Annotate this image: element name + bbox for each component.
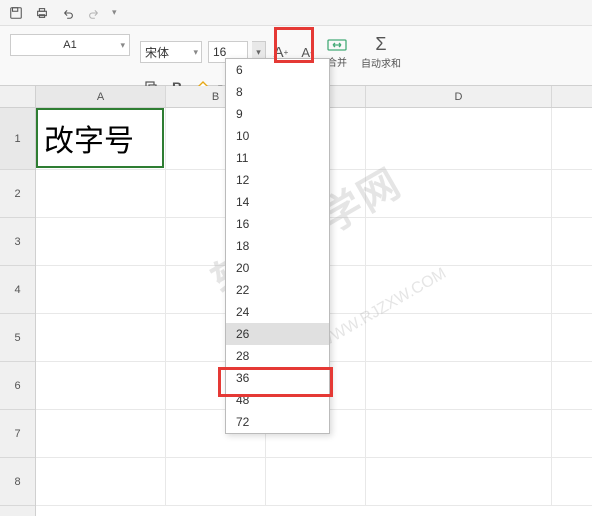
cell[interactable] [36,170,166,217]
size-option[interactable]: 14 [226,191,329,213]
cell[interactable] [36,410,166,457]
font-family-value: 宋体 [145,44,169,61]
cell-value: 改字号 [44,116,134,160]
size-option[interactable]: 10 [226,125,329,147]
print-icon[interactable] [34,5,50,21]
size-option[interactable]: 18 [226,235,329,257]
row-header[interactable]: 4 [0,266,35,314]
row-header[interactable]: 1 [0,108,35,170]
cell[interactable] [36,314,166,361]
size-option[interactable]: 24 [226,301,329,323]
size-option[interactable]: 72 [226,411,329,433]
merge-label: 合并 [327,54,347,69]
cell[interactable] [36,218,166,265]
cell[interactable] [366,108,552,169]
size-option[interactable]: 26 [226,323,329,345]
cell[interactable] [366,266,552,313]
cell[interactable] [166,458,266,505]
size-option[interactable]: 20 [226,257,329,279]
cell[interactable] [366,170,552,217]
chevron-down-icon[interactable]: ▾ [120,40,125,51]
size-option[interactable]: 11 [226,147,329,169]
undo-icon[interactable] [60,5,76,21]
font-size-dropdown-menu: 6 8 9 10 11 12 14 16 18 20 22 24 26 28 3… [225,58,330,434]
cell-reference-box[interactable]: A1 ▾ [10,34,130,56]
column-header[interactable]: D [366,86,552,107]
qat-dropdown-icon[interactable]: ▾ [112,7,120,18]
active-cell[interactable]: 改字号 [36,108,164,168]
font-size-value: 16 [213,45,226,59]
row-header[interactable]: 3 [0,218,35,266]
row-header[interactable]: 2 [0,170,35,218]
size-option[interactable]: 48 [226,389,329,411]
cell[interactable] [366,218,552,265]
size-option[interactable]: 28 [226,345,329,367]
size-option[interactable]: 36 [226,367,329,389]
cell-reference-value: A1 [63,39,76,51]
autosum-label: 自动求和 [361,55,401,70]
font-family-select[interactable]: 宋体 ▾ [140,41,202,63]
column-header[interactable]: A [36,86,166,107]
cell[interactable] [366,458,552,505]
size-option[interactable]: 6 [226,59,329,81]
table-row [36,458,592,506]
size-option[interactable]: 22 [226,279,329,301]
size-option[interactable]: 8 [226,81,329,103]
redo-icon[interactable] [86,5,102,21]
row-header[interactable]: 6 [0,362,35,410]
cell[interactable] [366,362,552,409]
cell[interactable]: 改字号 [36,108,166,169]
cell[interactable] [366,410,552,457]
autosum-button[interactable]: Σ 自动求和 [356,32,406,72]
size-option[interactable]: 12 [226,169,329,191]
cell[interactable] [36,266,166,313]
row-headers: 1 2 3 4 5 6 7 8 [0,86,36,516]
row-header[interactable]: 8 [0,458,35,506]
select-all-corner[interactable] [0,86,36,108]
cell[interactable] [266,458,366,505]
quick-access-toolbar: ▾ [0,0,592,26]
chevron-down-icon[interactable]: ▾ [193,47,198,58]
size-option[interactable]: 16 [226,213,329,235]
row-header[interactable]: 5 [0,314,35,362]
size-option[interactable]: 9 [226,103,329,125]
cell[interactable] [36,362,166,409]
row-header[interactable]: 7 [0,410,35,458]
cell[interactable] [366,314,552,361]
cell[interactable] [36,458,166,505]
save-icon[interactable] [8,5,24,21]
